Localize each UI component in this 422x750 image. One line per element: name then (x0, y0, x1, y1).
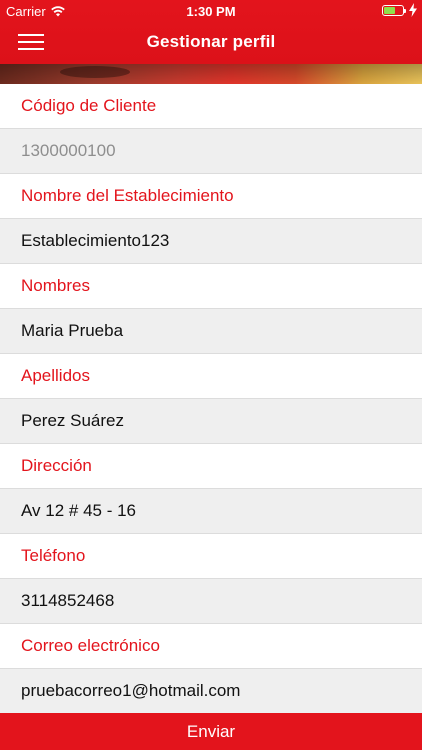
field-input[interactable]: Establecimiento123 (0, 219, 422, 264)
profile-form: Código de Cliente 1300000100 Nombre del Es… (0, 84, 422, 714)
field-label: Nombres (0, 264, 422, 309)
battery-cap (404, 9, 406, 13)
status-bar: Carrier 1:30 PM (0, 0, 422, 22)
field-input[interactable]: Maria Prueba (0, 309, 422, 354)
page-title: Gestionar perfil (146, 32, 276, 51)
field-input[interactable]: Av 12 # 45 - 16 (0, 489, 422, 534)
banner-shade (0, 64, 422, 84)
profile-banner-image (0, 64, 422, 84)
field-input[interactable]: pruebacorreo1@hotmail.com (0, 669, 422, 714)
field-label: Código de Cliente (0, 84, 422, 129)
field-label: Correo electrónico (0, 624, 422, 669)
field-input[interactable]: Perez Suárez (0, 399, 422, 444)
clock: 1:30 PM (186, 4, 236, 19)
battery-icon (382, 5, 406, 16)
field-label: Teléfono (0, 534, 422, 579)
field-label: Nombre del Establecimiento (0, 174, 422, 219)
charging-bolt-icon (409, 3, 417, 17)
navigation-bar: Carrier 1:30 PM Gestionar perfil (0, 0, 422, 64)
field-label: Dirección (0, 444, 422, 489)
field-input[interactable]: 3114852468 (0, 579, 422, 624)
battery-level (384, 7, 395, 14)
submit-button[interactable]: Enviar (0, 713, 422, 750)
field-label: Apellidos (0, 354, 422, 399)
field-input: 1300000100 (0, 129, 422, 174)
